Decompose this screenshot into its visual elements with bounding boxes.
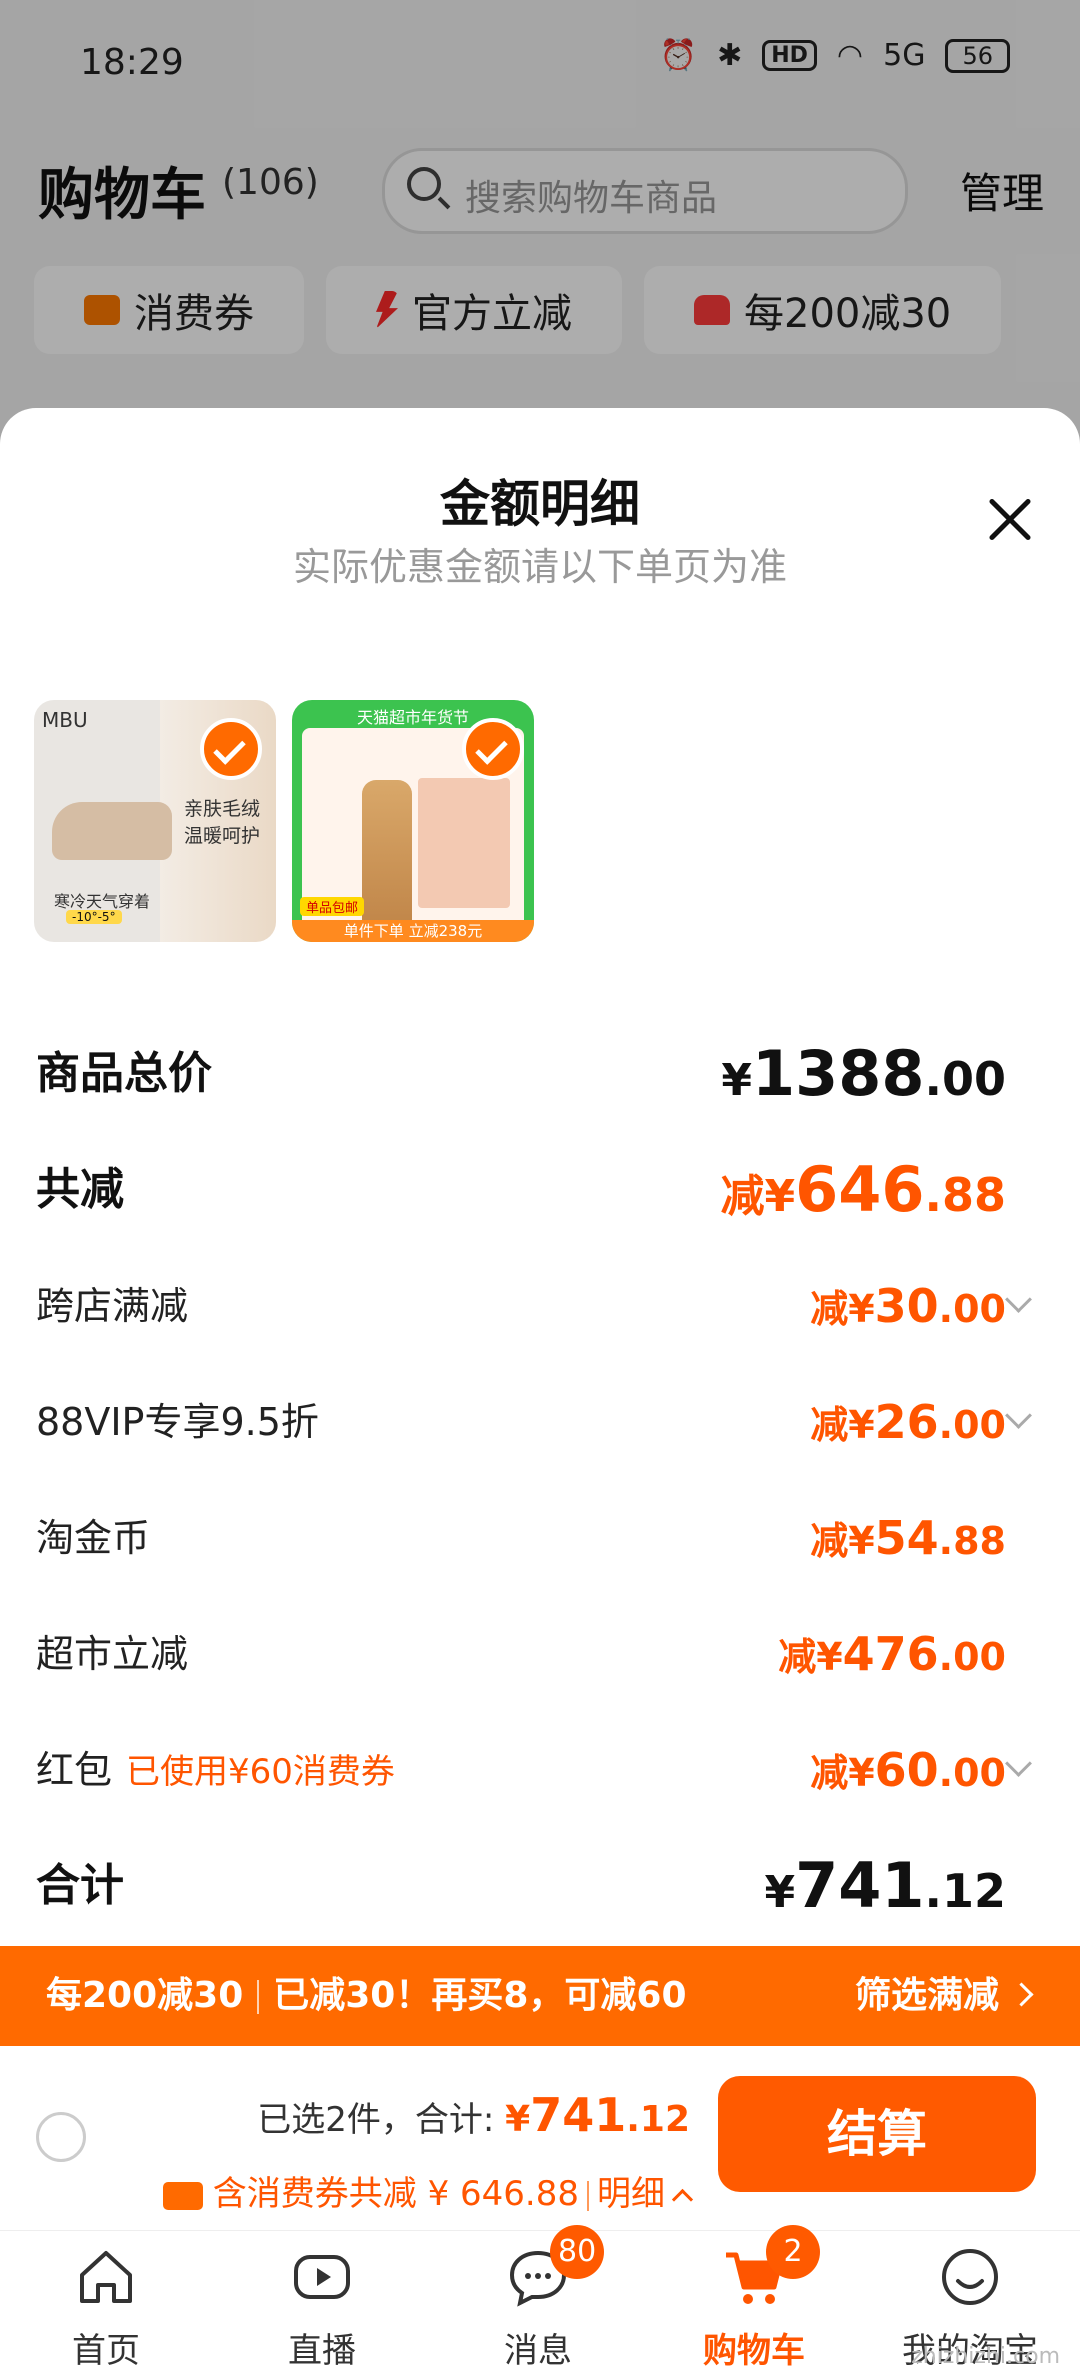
checkout-button[interactable]: 结算: [718, 2076, 1036, 2192]
chevron-down-icon[interactable]: [1005, 1750, 1032, 1777]
check-icon: [200, 718, 262, 780]
tab-label: 购物车: [703, 2331, 805, 2371]
message-badge: 80: [550, 2225, 605, 2279]
product-tagline: 亲肤毛绒 温暖呵护: [184, 798, 261, 847]
promo-bar: 每200减30 已减30！再买8，可减60 筛选满减: [0, 1946, 1080, 2046]
home-icon: [80, 2251, 132, 2303]
bottom-tab-bar: 首页 直播 80 消息 2 购物车 我的淘宝 zhizhizhi.com: [0, 2225, 1080, 2377]
discount-band: 单件下单 立减238元: [292, 920, 534, 942]
row-value: 减¥646.88: [720, 1153, 1006, 1226]
product-foot: 寒冷天气穿着: [54, 892, 151, 911]
row-label: 跨店满减: [36, 1284, 189, 1328]
row-value: 减¥54.88: [810, 1511, 1006, 1565]
tab-messages[interactable]: 80 消息: [438, 2225, 638, 2377]
row-value: 减¥60.00: [810, 1743, 1006, 1797]
row-label: 淘金币: [36, 1516, 151, 1560]
chevron-up-icon: [671, 2188, 694, 2211]
row-total-saved: 共减 减¥646.88: [36, 1150, 1006, 1230]
tab-label: 消息: [504, 2331, 572, 2371]
coupon-used-note: 已使用¥60消费券: [126, 1752, 395, 1792]
sheet-subtitle: 实际优惠金额请以下单页为准: [292, 545, 787, 589]
row-label: 商品总价: [36, 1048, 212, 1099]
row-label: 红包 已使用¥60消费券: [36, 1748, 395, 1792]
detail-link: 明细: [597, 2174, 665, 2214]
filter-discount-link[interactable]: 筛选满减: [855, 1946, 1034, 2046]
row-label: 超市立减: [36, 1632, 189, 1676]
sheet-title: 金额明细: [440, 475, 640, 533]
chevron-down-icon[interactable]: [1005, 1286, 1032, 1313]
coupon-icon: [162, 2181, 203, 2210]
product-thumb-liquor[interactable]: 天猫超市年货节 单品包邮 单件下单 立减238元: [292, 700, 534, 942]
tab-label: 直播: [288, 2331, 356, 2371]
row-supermarket-discount: 超市立减 减¥476.00: [36, 1614, 1006, 1694]
watermark: zhizhizhi.com: [911, 2344, 1060, 2369]
tab-live[interactable]: 直播: [222, 2231, 422, 2377]
temp-badge: -10°-5°: [66, 910, 122, 924]
row-label: 共减: [36, 1164, 124, 1215]
bottle-image: [362, 780, 412, 930]
checkout-bar: 已选2件，合计: ¥741.12 含消费券共减 ¥ 646.88 明细 结算: [0, 2046, 1080, 2230]
tab-cart[interactable]: 2 购物车: [654, 2225, 854, 2377]
free-shipping-pill: 单品包邮: [300, 897, 365, 916]
row-88vip[interactable]: 88VIP专享9.5折 减¥26.00: [36, 1382, 1032, 1462]
amount-detail-sheet: 金额明细 实际优惠金额请以下单页为准 MBU 亲肤毛绒 温暖呵护 寒冷天气穿着 …: [0, 408, 1080, 2054]
row-value: 减¥30.00: [810, 1279, 1006, 1333]
chevron-right-icon: [1009, 1982, 1034, 2007]
promo-text: 每200减30 已减30！再买8，可减60: [46, 1975, 687, 2016]
row-label: 88VIP专享9.5折: [36, 1400, 319, 1444]
tab-home[interactable]: 首页: [6, 2231, 206, 2377]
row-total-price: 商品总价 ¥1388.00: [36, 1034, 1006, 1114]
tab-label: 首页: [72, 2331, 140, 2371]
row-value: ¥741.12: [764, 1849, 1006, 1922]
cart-badge: 2: [766, 2225, 820, 2279]
close-icon[interactable]: [986, 496, 1032, 542]
row-label: 合计: [36, 1860, 124, 1911]
chevron-down-icon[interactable]: [1005, 1402, 1032, 1429]
box-image: [418, 778, 510, 908]
shoe-image: [52, 802, 172, 860]
profile-face-icon: [942, 2249, 998, 2305]
row-sum: 合计 ¥741.12: [36, 1846, 1006, 1926]
coupon-summary[interactable]: 含消费券共减 ¥ 646.88 明细: [162, 2166, 694, 2215]
live-play-icon: [294, 2255, 350, 2299]
select-all-radio[interactable]: [36, 2112, 86, 2162]
check-icon: [462, 718, 524, 780]
row-tao-coin: 淘金币 减¥54.88: [36, 1498, 1006, 1578]
row-red-packet[interactable]: 红包 已使用¥60消费券 减¥60.00: [36, 1730, 1032, 1810]
row-cross-store[interactable]: 跨店满减 减¥30.00: [36, 1266, 1032, 1346]
product-thumb-boots[interactable]: MBU 亲肤毛绒 温暖呵护 寒冷天气穿着 -10°-5°: [34, 700, 276, 942]
row-value: 减¥476.00: [778, 1627, 1006, 1681]
brand-label: MBU: [42, 708, 88, 732]
row-value: ¥1388.00: [721, 1037, 1006, 1110]
row-value: 减¥26.00: [810, 1395, 1006, 1449]
selected-summary: 已选2件，合计: ¥741.12: [257, 2088, 690, 2142]
